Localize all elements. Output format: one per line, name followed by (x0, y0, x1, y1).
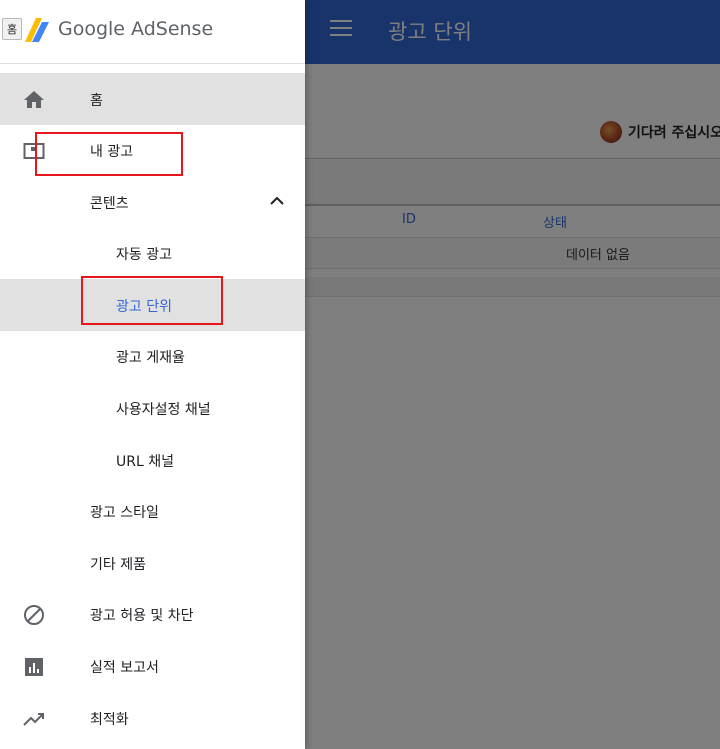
sidebar-item-optimization[interactable]: 최적화 (0, 692, 305, 744)
sidebar-item-label: 기타 제품 (90, 557, 146, 573)
brand-name: Google AdSense (58, 18, 214, 40)
drawer-header: Google AdSense 홈 (0, 0, 305, 64)
block-icon (24, 605, 44, 625)
navigation-drawer: Google AdSense 홈 홈 내 광고 콘텐츠 자동 광고 광고 단위 … (0, 0, 305, 749)
highlight-box-ad-units (81, 276, 223, 325)
sidebar-item-label: 광고 허용 및 차단 (90, 608, 194, 624)
sidebar-item-ad-styles[interactable]: 광고 스타일 (0, 485, 305, 537)
home-chip[interactable]: 홈 (2, 18, 23, 40)
sidebar-item-label: 콘텐츠 (90, 196, 129, 212)
sidebar-item-label: 광고 게재율 (116, 350, 185, 366)
sidebar-item-label: 최적화 (90, 712, 129, 728)
sidebar-item-content[interactable]: 콘텐츠 (0, 176, 305, 228)
sidebar-item-custom-channels[interactable]: 사용자설정 채널 (0, 382, 305, 434)
sidebar-item-label: 사용자설정 채널 (116, 402, 211, 418)
sidebar-item-ad-coverage[interactable]: 광고 게재율 (0, 330, 305, 382)
bar-chart-icon (25, 658, 43, 676)
sidebar-item-label: 광고 스타일 (90, 505, 159, 521)
sidebar-item-url-channels[interactable]: URL 채널 (0, 434, 305, 486)
sidebar-item-reports[interactable]: 실적 보고서 (0, 640, 305, 692)
highlight-box-my-ads (35, 132, 183, 176)
sidebar-item-label: 자동 광고 (116, 247, 172, 263)
sidebar-item-home[interactable]: 홈 (0, 73, 305, 125)
home-icon (24, 91, 44, 108)
trending-up-icon (23, 713, 44, 726)
sidebar-item-other-products[interactable]: 기타 제품 (0, 537, 305, 589)
sidebar-item-label: 실적 보고서 (90, 660, 159, 676)
sidebar-item-auto-ads[interactable]: 자동 광고 (0, 227, 305, 279)
sidebar-item-label: 홈 (90, 93, 103, 109)
sidebar-item-label: URL 채널 (116, 454, 174, 470)
chevron-up-icon[interactable] (270, 196, 284, 206)
sidebar-item-blocking-controls[interactable]: 광고 허용 및 차단 (0, 588, 305, 640)
adsense-logo-icon (25, 18, 49, 42)
